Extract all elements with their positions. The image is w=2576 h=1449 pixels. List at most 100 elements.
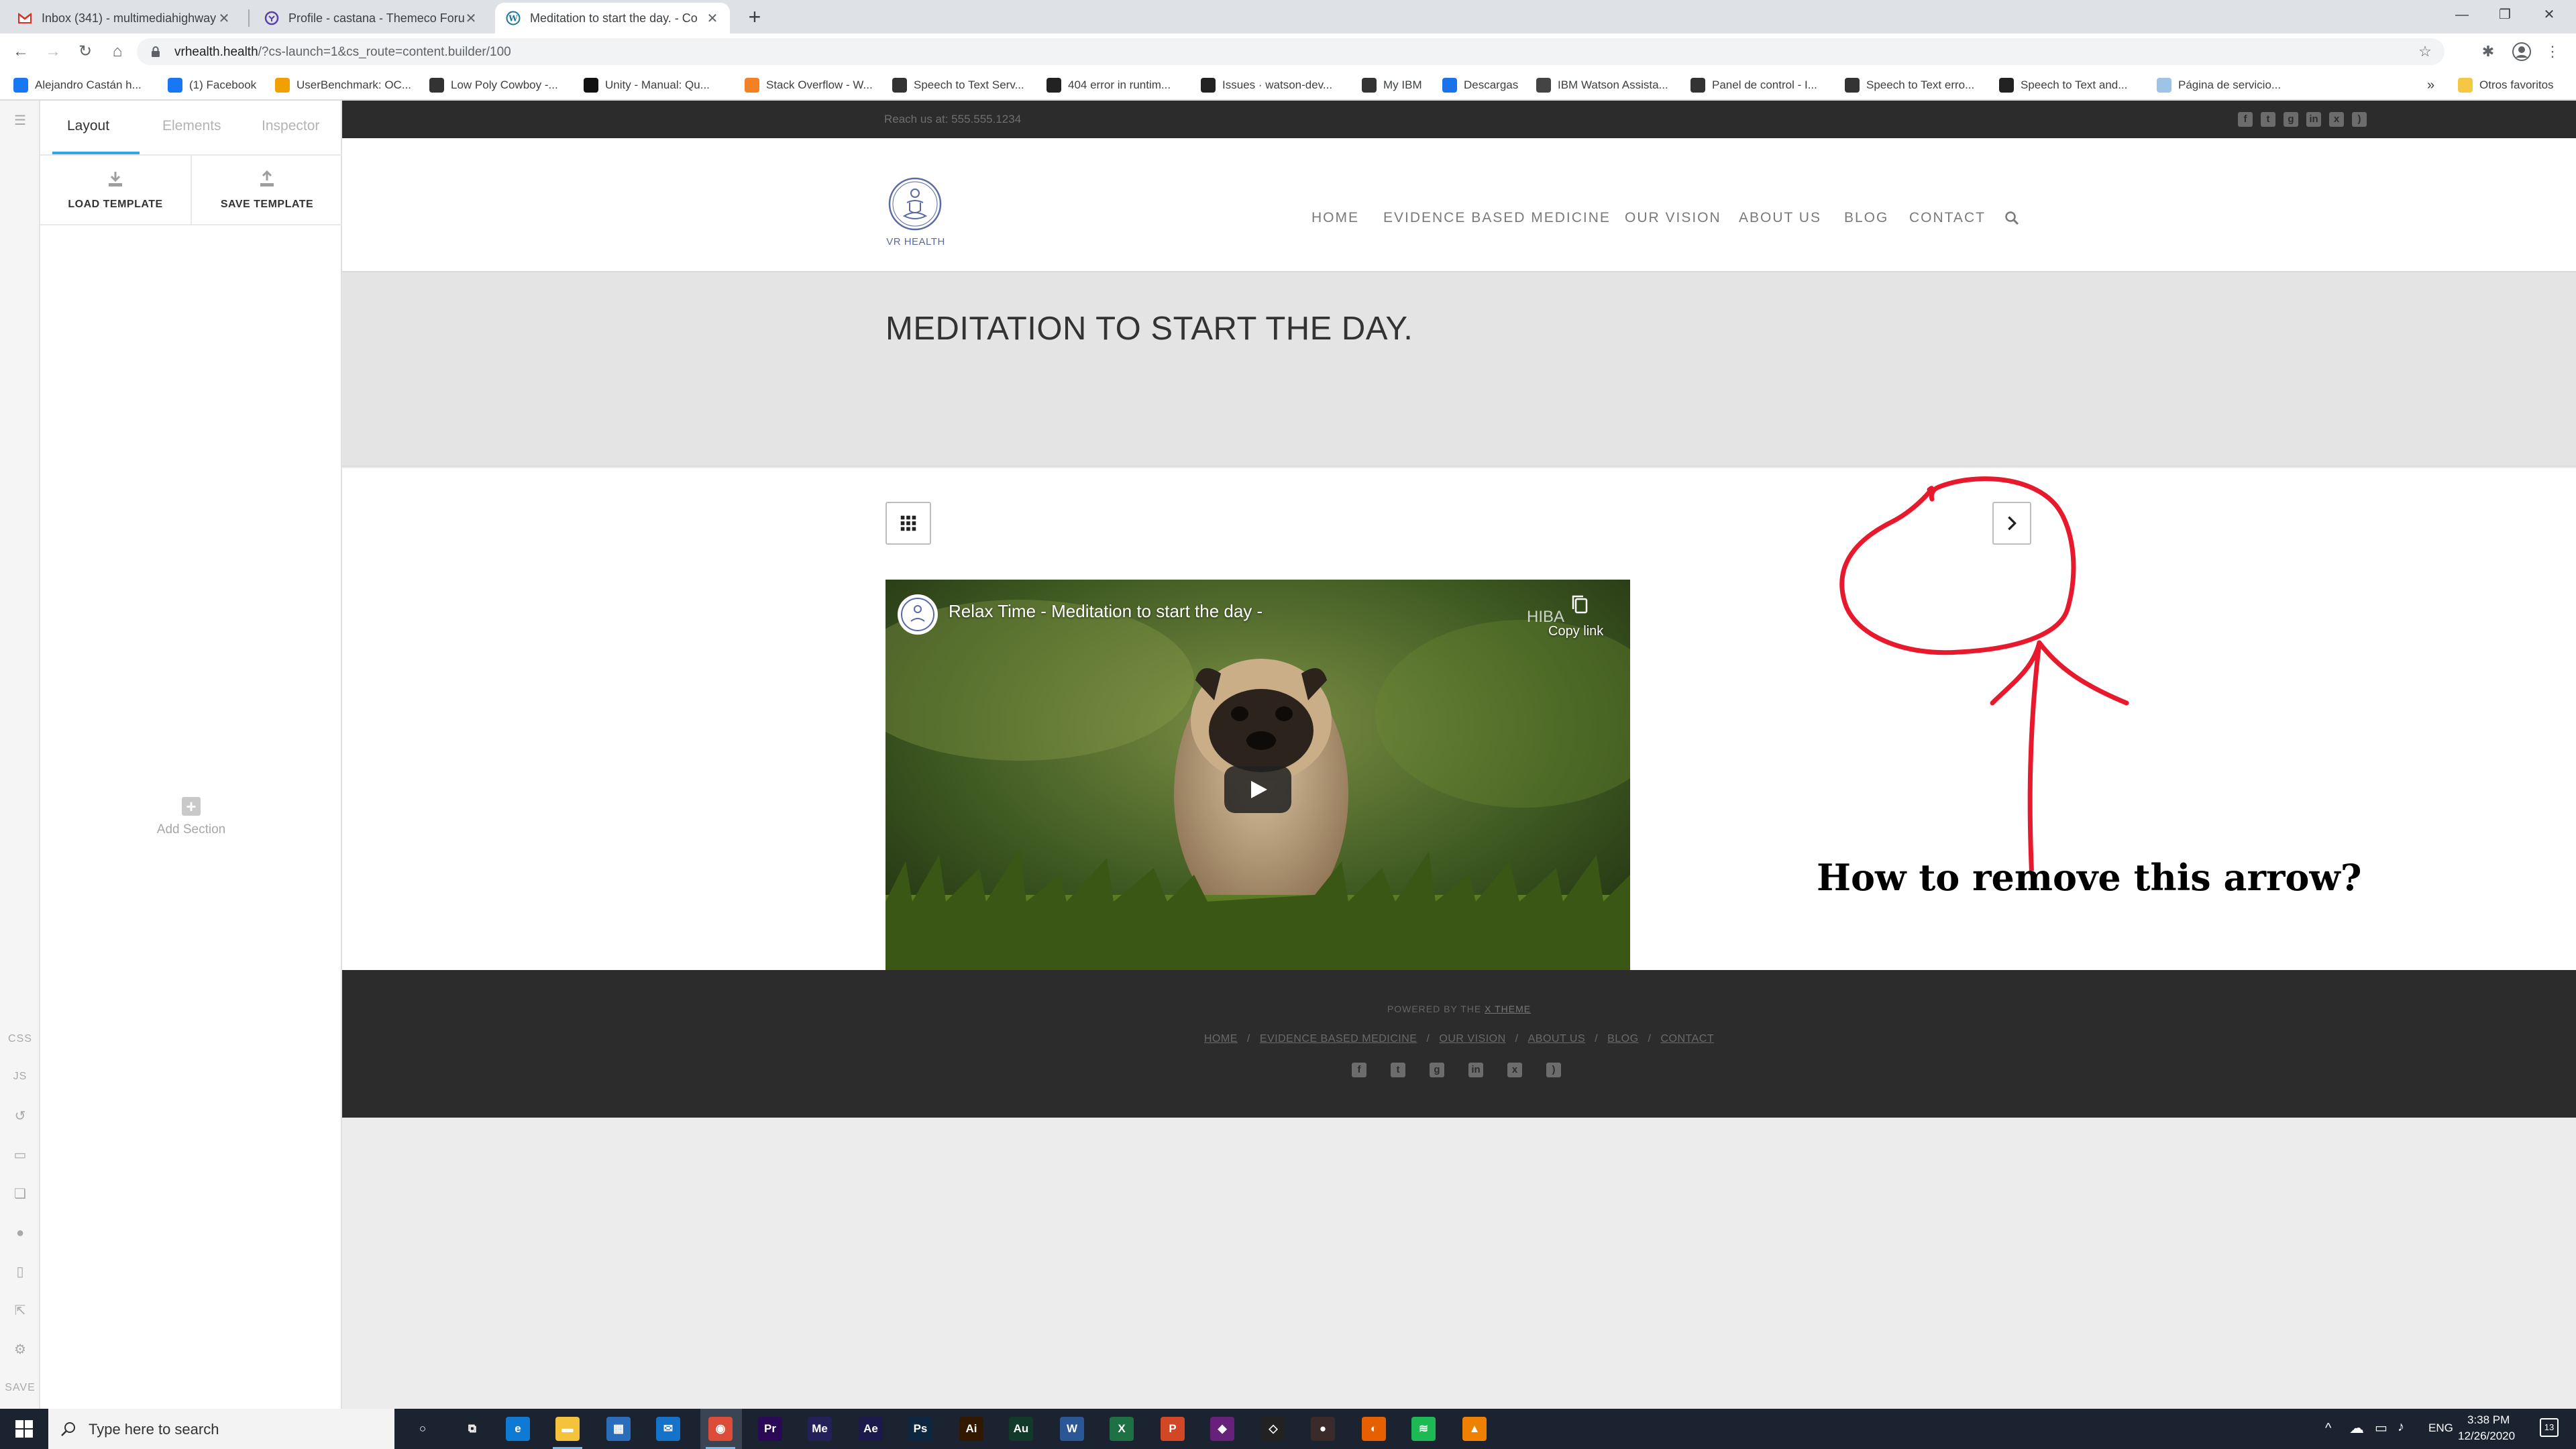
add-section-button[interactable]: + Add Section [151, 797, 231, 837]
restore-button[interactable]: ❐ [2485, 3, 2525, 27]
nav-our-vision[interactable]: OUR VISION [1625, 210, 1721, 226]
photoshop-icon[interactable]: Ps [908, 1417, 932, 1441]
profile-avatar-icon[interactable] [2512, 42, 2532, 62]
google-plus-icon[interactable]: g [2284, 112, 2298, 127]
vr-health-logo[interactable] [887, 176, 943, 232]
tab-layout[interactable]: Layout [67, 118, 109, 134]
play-button[interactable] [1224, 766, 1291, 813]
language-indicator[interactable]: ENG [2428, 1421, 2453, 1435]
volume-icon[interactable]: ♪ [2398, 1419, 2404, 1435]
visual-studio-icon[interactable]: ◆ [1210, 1417, 1234, 1441]
bookmark-item[interactable]: 404 error in runtim... [1046, 76, 1171, 94]
network-icon[interactable]: ▭ [2375, 1419, 2387, 1436]
reload-button[interactable]: ↻ [74, 40, 97, 63]
brand-name[interactable]: VR HEALTH [872, 236, 959, 248]
facebook-icon[interactable]: f [1352, 1063, 1366, 1077]
hamburger-menu-icon[interactable]: ☰ [9, 110, 31, 131]
obs-icon[interactable]: ● [1311, 1417, 1335, 1441]
premiere-icon[interactable]: Pr [758, 1417, 782, 1441]
forward-button[interactable]: → [42, 40, 64, 63]
footer-nav-link[interactable]: EVIDENCE BASED MEDICINE [1260, 1033, 1417, 1044]
more-bookmarks-button[interactable]: » [2427, 76, 2434, 94]
rail-js-button[interactable]: JS [0, 1071, 40, 1083]
google-plus-icon[interactable]: g [1430, 1063, 1444, 1077]
rss-icon[interactable]: ) [1546, 1063, 1561, 1077]
portfolio-index-button[interactable] [885, 502, 931, 545]
skeleton-icon[interactable]: ● [9, 1222, 31, 1244]
onedrive-icon[interactable]: ☁ [2349, 1419, 2364, 1437]
minimize-button[interactable]: — [2442, 3, 2482, 27]
illustrator-icon[interactable]: Ai [959, 1417, 983, 1441]
search-icon[interactable] [2004, 211, 2019, 225]
youtube-video-embed[interactable]: Relax Time - Meditation to start the day… [885, 580, 1630, 998]
nav-home[interactable]: HOME [1311, 210, 1359, 226]
view-site-icon[interactable]: ⇱ [9, 1300, 31, 1322]
back-button[interactable]: ← [9, 40, 32, 63]
bookmark-item[interactable]: Speech to Text Serv... [892, 76, 1024, 94]
bookmark-item[interactable]: My IBM [1362, 76, 1422, 94]
footer-nav-link[interactable]: HOME [1204, 1033, 1238, 1044]
tab-meditation[interactable]: W Meditation to start the day. - Co ✕ [495, 3, 730, 34]
rail-css-button[interactable]: CSS [0, 1033, 40, 1045]
bookmark-star-icon[interactable]: ☆ [2415, 42, 2435, 62]
history-icon[interactable]: ↺ [9, 1106, 31, 1127]
audition-icon[interactable]: Au [1009, 1417, 1033, 1441]
rail-save-button[interactable]: SAVE [0, 1382, 40, 1394]
channel-avatar[interactable] [898, 594, 938, 635]
tab-themeco[interactable]: Profile - castana - Themeco Foru ✕ [254, 3, 488, 34]
cortana-icon[interactable]: ○ [411, 1417, 435, 1441]
taskbar-search-box[interactable]: Type here to search [48, 1409, 394, 1449]
twitter-icon[interactable]: t [2261, 112, 2275, 127]
footer-nav-link[interactable]: CONTACT [1660, 1033, 1714, 1044]
tray-chevron-icon[interactable]: ^ [2325, 1421, 2331, 1436]
bookmark-item[interactable]: Issues · watson-dev... [1201, 76, 1332, 94]
firefox-icon[interactable]: ◐ [1362, 1417, 1386, 1441]
close-tab-icon[interactable]: ✕ [706, 10, 719, 27]
close-tab-icon[interactable]: ✕ [217, 10, 231, 27]
templates-icon[interactable]: ❏ [9, 1183, 31, 1205]
chrome-icon[interactable]: ◉ [706, 1417, 735, 1449]
after-effects-icon[interactable]: Ae [859, 1417, 883, 1441]
nav-contact[interactable]: CONTACT [1909, 210, 1986, 226]
nav-evidence-based-medicine[interactable]: EVIDENCE BASED MEDICINE [1383, 210, 1611, 226]
new-tab-button[interactable]: + [743, 5, 766, 28]
bookmark-item[interactable]: Speech to Text erro... [1845, 76, 1974, 94]
vlc-icon[interactable]: ▲ [1462, 1417, 1487, 1441]
tab-inspector[interactable]: Inspector [262, 118, 319, 134]
footer-nav-link[interactable]: BLOG [1607, 1033, 1638, 1044]
linkedin-icon[interactable]: in [2306, 112, 2321, 127]
microsoft-store-icon[interactable]: ▦ [606, 1417, 631, 1441]
browser-menu-icon[interactable]: ⋮ [2542, 42, 2563, 62]
file-explorer-icon[interactable]: ▬ [553, 1417, 582, 1449]
bookmark-item[interactable]: Stack Overflow - W... [745, 76, 873, 94]
close-tab-icon[interactable]: ✕ [464, 10, 478, 27]
mail-icon[interactable]: ✉ [656, 1417, 680, 1441]
bookmark-item[interactable]: Página de servicio... [2157, 76, 2281, 94]
unity-hub-icon[interactable]: ◇ [1261, 1417, 1285, 1441]
spotify-icon[interactable]: ≋ [1411, 1417, 1436, 1441]
media-encoder-icon[interactable]: Me [808, 1417, 832, 1441]
bookmark-item[interactable]: Low Poly Cowboy -... [429, 76, 558, 94]
rss-icon[interactable]: ) [2352, 112, 2367, 127]
other-bookmarks-folder[interactable]: Otros favoritos [2458, 76, 2554, 94]
bookmark-item[interactable]: Descargas [1442, 76, 1518, 94]
bookmark-item[interactable]: Alejandro Castán h... [13, 76, 142, 94]
copy-link-icon[interactable] [1570, 593, 1590, 616]
linkedin-icon[interactable]: in [1468, 1063, 1483, 1077]
bookmark-item[interactable]: Unity - Manual: Qu... [584, 76, 710, 94]
bookmark-item[interactable]: Panel de control - I... [1690, 76, 1817, 94]
video-title[interactable]: Relax Time - Meditation to start the day… [949, 601, 1263, 622]
twitter-icon[interactable]: t [1391, 1063, 1405, 1077]
tab-elements[interactable]: Elements [162, 118, 221, 134]
bookmark-item[interactable]: (1) Facebook [168, 76, 256, 94]
clock-time[interactable]: 3:38 PM [2467, 1413, 2510, 1427]
bookmark-item[interactable]: IBM Watson Assista... [1536, 76, 1668, 94]
facebook-icon[interactable]: f [2238, 112, 2253, 127]
clock-date[interactable]: 12/26/2020 [2458, 1430, 2515, 1443]
word-icon[interactable]: W [1060, 1417, 1084, 1441]
load-template-button[interactable]: LOAD TEMPLATE [40, 156, 191, 225]
address-bar[interactable]: vrhealth.health/?cs-launch=1&cs_route=co… [137, 38, 2445, 65]
save-template-button[interactable]: SAVE TEMPLATE [192, 156, 342, 225]
home-button[interactable]: ⌂ [106, 40, 129, 63]
tab-gmail[interactable]: Inbox (341) - multimediahighway ✕ [7, 3, 241, 34]
